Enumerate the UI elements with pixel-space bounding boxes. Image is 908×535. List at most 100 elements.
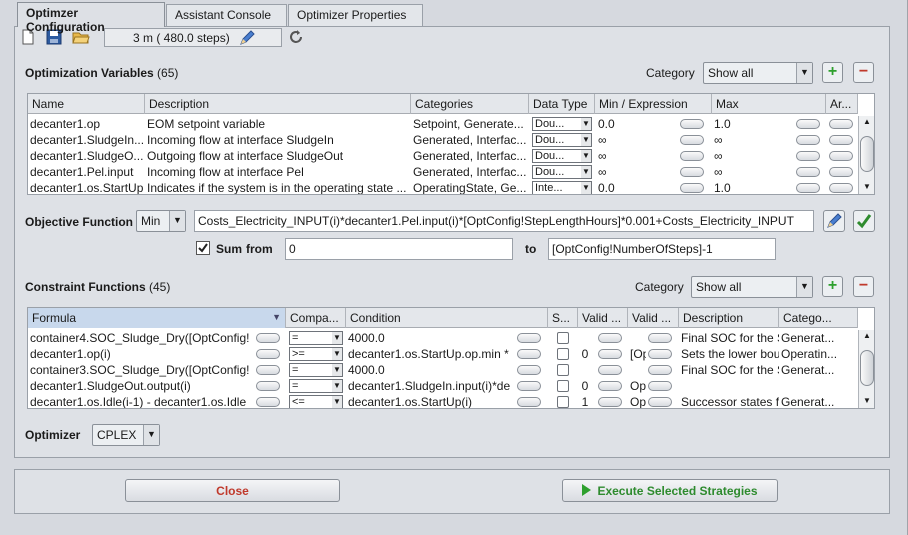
formula-edit-toggle[interactable] xyxy=(256,365,280,375)
condition-edit-toggle[interactable] xyxy=(517,333,541,343)
formula-edit-toggle[interactable] xyxy=(256,397,280,407)
valid-to-toggle[interactable] xyxy=(648,381,672,391)
col-header-data-type[interactable]: Data Type xyxy=(529,94,595,114)
array-edit-toggle[interactable] xyxy=(829,167,853,177)
tab-optimizer-configuration[interactable]: Optimzer Configuration xyxy=(17,2,165,34)
max-edit-toggle[interactable] xyxy=(796,135,820,145)
formula-edit-toggle[interactable] xyxy=(256,333,280,343)
comparator-select[interactable]: <= ▼ xyxy=(289,395,343,408)
array-edit-toggle[interactable] xyxy=(829,151,853,161)
max-edit-toggle[interactable] xyxy=(796,183,820,193)
min-edit-toggle[interactable] xyxy=(680,119,704,129)
tab-assistant-console[interactable]: Assistant Console xyxy=(166,4,287,26)
col-header-category[interactable]: Catego... xyxy=(779,308,858,328)
variable-max[interactable]: ∞ xyxy=(712,132,792,148)
step-length-field[interactable]: 3 m ( 480.0 steps) xyxy=(104,28,282,47)
col-header-description[interactable]: Description xyxy=(145,94,411,114)
data-type-select[interactable]: Dou... ▼ xyxy=(532,149,592,163)
data-type-select[interactable]: Dou... ▼ xyxy=(532,165,592,179)
col-header-name[interactable]: Name xyxy=(28,94,145,114)
valid-to-toggle[interactable] xyxy=(648,349,672,359)
remove-variable-button[interactable]: − xyxy=(853,62,874,83)
constraint-enabled-checkbox[interactable] xyxy=(557,332,569,344)
objective-mode-select[interactable]: Min ▼ xyxy=(136,210,186,232)
variable-max[interactable]: ∞ xyxy=(712,164,792,180)
data-type-select[interactable]: Dou... ▼ xyxy=(532,133,592,147)
col-header-min[interactable]: Min / Expression xyxy=(595,94,712,114)
scroll-up-icon[interactable]: ▲ xyxy=(861,117,873,127)
tab-optimizer-properties[interactable]: Optimizer Properties xyxy=(288,4,423,26)
variables-scrollbar[interactable]: ▲ ▼ xyxy=(858,116,874,194)
col-header-array[interactable]: Ar... xyxy=(826,94,858,114)
variable-min[interactable]: 0.0 xyxy=(596,180,676,194)
condition-edit-toggle[interactable] xyxy=(517,349,541,359)
scroll-thumb[interactable] xyxy=(860,350,874,386)
data-type-select[interactable]: Inte... ▼ xyxy=(532,181,592,194)
min-edit-toggle[interactable] xyxy=(680,151,704,161)
variable-min[interactable]: ∞ xyxy=(596,164,676,180)
array-edit-toggle[interactable] xyxy=(829,119,853,129)
sum-to-field[interactable]: [OptConfig!NumberOfSteps]-1 xyxy=(548,238,776,260)
variable-max[interactable]: 1.0 xyxy=(712,116,792,132)
pencil-icon[interactable] xyxy=(239,30,255,49)
scroll-down-icon[interactable]: ▼ xyxy=(861,396,873,406)
add-variable-button[interactable]: + xyxy=(822,62,843,83)
valid-from-toggle[interactable] xyxy=(598,333,622,343)
max-edit-toggle[interactable] xyxy=(796,119,820,129)
min-edit-toggle[interactable] xyxy=(680,167,704,177)
data-type-select[interactable]: Dou... ▼ xyxy=(532,117,592,131)
valid-to-toggle[interactable] xyxy=(648,365,672,375)
validate-objective-button[interactable] xyxy=(853,210,875,232)
col-header-s[interactable]: S... xyxy=(548,308,578,328)
variable-min[interactable]: 0.0 xyxy=(596,116,676,132)
min-edit-toggle[interactable] xyxy=(680,135,704,145)
constraints-scrollbar[interactable]: ▲ ▼ xyxy=(858,330,874,408)
col-header-condition[interactable]: Condition xyxy=(346,308,548,328)
max-edit-toggle[interactable] xyxy=(796,151,820,161)
table-row[interactable]: decanter1.op(i) >= ▼ decanter1.os.StartUp.o… xyxy=(28,346,858,362)
variable-min[interactable]: ∞ xyxy=(596,132,676,148)
scroll-up-icon[interactable]: ▲ xyxy=(861,331,873,341)
comparator-select[interactable]: = ▼ xyxy=(289,363,343,377)
constraint-enabled-checkbox[interactable] xyxy=(557,364,569,376)
optimizer-select[interactable]: CPLEX ▼ xyxy=(92,424,160,446)
close-button[interactable]: Close xyxy=(125,479,340,502)
min-edit-toggle[interactable] xyxy=(680,183,704,193)
comparator-select[interactable]: >= ▼ xyxy=(289,347,343,361)
execute-strategies-button[interactable]: Execute Selected Strategies xyxy=(562,479,778,502)
sum-from-field[interactable]: 0 xyxy=(285,238,513,260)
remove-constraint-button[interactable]: − xyxy=(853,276,874,297)
comparator-select[interactable]: = ▼ xyxy=(289,379,343,393)
sum-checkbox[interactable] xyxy=(196,241,210,255)
table-row[interactable]: decanter1.SludgeO... Outgoing flow at int… xyxy=(28,148,858,164)
valid-from-toggle[interactable] xyxy=(598,397,622,407)
array-edit-toggle[interactable] xyxy=(829,183,853,193)
valid-to-toggle[interactable] xyxy=(648,397,672,407)
variable-max[interactable]: 1.0 xyxy=(712,180,792,194)
col-header-comparator[interactable]: Compa... xyxy=(286,308,346,328)
add-constraint-button[interactable]: + xyxy=(822,276,843,297)
constraints-table[interactable]: Formula ▼ Compa... Condition S... Valid .… xyxy=(27,307,875,409)
table-row[interactable]: decanter1.op EOM setpoint variable Setpoin… xyxy=(28,116,858,132)
valid-to-toggle[interactable] xyxy=(648,333,672,343)
edit-objective-button[interactable] xyxy=(823,210,845,232)
constraints-category-select[interactable]: Show all ▼ xyxy=(691,276,813,298)
constraint-enabled-checkbox[interactable] xyxy=(557,380,569,392)
valid-from-toggle[interactable] xyxy=(598,349,622,359)
condition-edit-toggle[interactable] xyxy=(517,381,541,391)
valid-from-toggle[interactable] xyxy=(598,365,622,375)
objective-expression-field[interactable]: Costs_Electricity_INPUT(i)*decanter1.Pel… xyxy=(194,210,814,232)
col-header-valid-from[interactable]: Valid ... xyxy=(578,308,628,328)
variables-category-select[interactable]: Show all ▼ xyxy=(703,62,813,84)
formula-edit-toggle[interactable] xyxy=(256,381,280,391)
formula-edit-toggle[interactable] xyxy=(256,349,280,359)
array-edit-toggle[interactable] xyxy=(829,135,853,145)
scroll-thumb[interactable] xyxy=(860,136,874,172)
variables-table[interactable]: Name Description Categories Data Type Mi… xyxy=(27,93,875,195)
variable-min[interactable]: ∞ xyxy=(596,148,676,164)
table-row[interactable]: decanter1.SludgeIn... Incoming flow at in… xyxy=(28,132,858,148)
table-row[interactable]: container3.SOC_Sludge_Dry([OptConfig! = ▼ 4… xyxy=(28,362,858,378)
col-header-max[interactable]: Max xyxy=(712,94,826,114)
table-row[interactable]: decanter1.os.StartUp Indicates if the sys… xyxy=(28,180,858,194)
condition-edit-toggle[interactable] xyxy=(517,397,541,407)
